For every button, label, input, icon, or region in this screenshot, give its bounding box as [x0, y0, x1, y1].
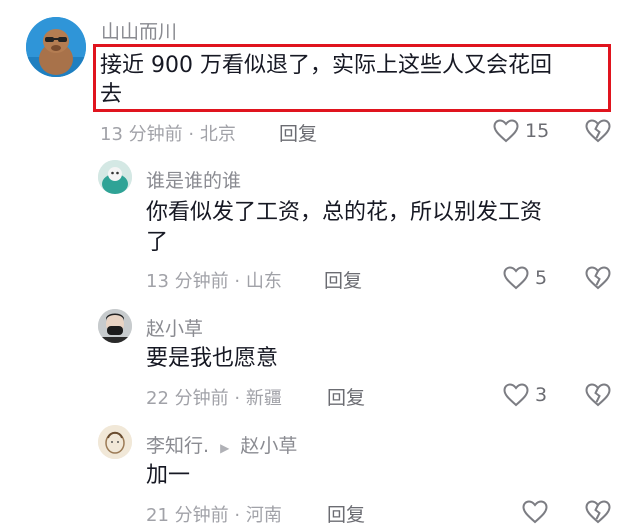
comment-username[interactable]: 谁是谁的谁 — [146, 166, 241, 193]
dislike-icon[interactable] — [585, 266, 611, 290]
like-count: 5 — [535, 267, 548, 289]
comment-location: 山东 — [245, 271, 282, 292]
comment-text-continued: 去 — [100, 82, 123, 107]
comment-text: 要是我也愿意 — [146, 346, 279, 371]
comment-username[interactable]: 李知行. — [146, 435, 209, 457]
reply-button[interactable]: 回复 — [279, 119, 317, 146]
comment-meta: 22 分钟前 · 新疆 — [146, 384, 282, 410]
heart-icon[interactable] — [522, 500, 548, 524]
meta-separator: · — [234, 505, 246, 526]
comment-meta: 21 分钟前 · 河南 — [146, 501, 282, 527]
teal-avatar-icon — [98, 160, 132, 194]
reply-to-username[interactable]: 赵小草 — [240, 435, 297, 457]
comment-time: 22 分钟前 — [146, 388, 229, 409]
avatar[interactable] — [98, 309, 132, 343]
comment-meta: 13 分钟前 · 北京 — [100, 120, 236, 146]
comment-username[interactable]: 山山而川 — [101, 17, 177, 44]
dislike-icon[interactable] — [585, 500, 611, 524]
meta-separator: · — [234, 271, 246, 292]
avatar[interactable] — [98, 425, 132, 459]
comment-text: 你看似发了工资，总的花，所以别发工资 — [146, 200, 543, 225]
sketch-avatar-icon — [98, 425, 132, 459]
comment-location: 北京 — [199, 124, 236, 145]
comment-text-continued: 了 — [146, 230, 169, 255]
avatar[interactable] — [98, 160, 132, 194]
heart-icon[interactable] — [503, 266, 529, 290]
reply-button[interactable]: 回复 — [324, 266, 362, 293]
comment-location: 新疆 — [245, 388, 282, 409]
comment-username-line: 李知行. ▶ 赵小草 — [146, 431, 297, 458]
comment-time: 21 分钟前 — [146, 505, 229, 526]
like-count: 15 — [525, 120, 550, 142]
comment-text: 加一 — [146, 463, 191, 488]
heart-icon[interactable] — [503, 383, 529, 407]
capybara-avatar-icon — [26, 17, 86, 77]
meta-separator: · — [188, 124, 200, 145]
dislike-icon[interactable] — [585, 119, 611, 143]
meta-separator: · — [234, 388, 246, 409]
reply-to-arrow-icon: ▶ — [220, 441, 230, 455]
comment-time: 13 分钟前 — [100, 124, 183, 145]
comment-meta: 13 分钟前 · 山东 — [146, 267, 282, 293]
comment-location: 河南 — [245, 505, 282, 526]
reply-button[interactable]: 回复 — [327, 500, 365, 527]
heart-icon[interactable] — [493, 119, 519, 143]
like-count: 3 — [535, 384, 548, 406]
comment-text: 接近 900 万看似退了，实际上这些人又会花回 — [100, 53, 552, 78]
comment-time: 13 分钟前 — [146, 271, 229, 292]
reply-button[interactable]: 回复 — [327, 383, 365, 410]
avatar[interactable] — [26, 17, 86, 77]
comment-username[interactable]: 赵小草 — [146, 314, 203, 341]
masked-person-avatar-icon — [98, 309, 132, 343]
dislike-icon[interactable] — [585, 383, 611, 407]
